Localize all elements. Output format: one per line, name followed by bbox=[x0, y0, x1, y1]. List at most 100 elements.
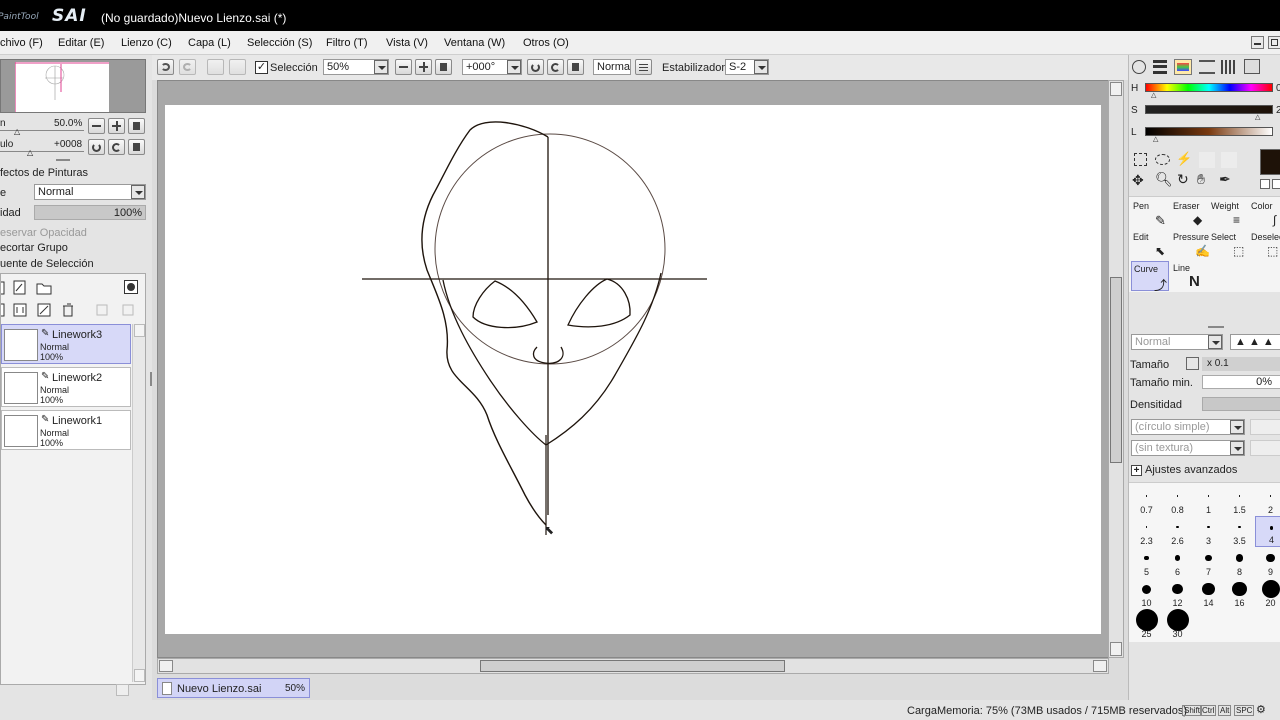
layer-item-linework3[interactable]: ✎ Linework3 Normal 100% bbox=[1, 324, 131, 364]
undo-button[interactable] bbox=[157, 59, 174, 75]
scroll-down-arrow[interactable] bbox=[134, 669, 145, 682]
hue-slider-handle[interactable]: △ bbox=[1151, 91, 1156, 99]
brush-size-option[interactable]: 3 bbox=[1193, 516, 1224, 547]
zoom-in-button[interactable] bbox=[108, 118, 125, 134]
canvas-horizontal-scrollbar[interactable] bbox=[157, 658, 1109, 674]
tool-pen[interactable]: Pen ✎ bbox=[1131, 199, 1169, 229]
tool-weight[interactable]: Weight ≡ bbox=[1209, 199, 1247, 229]
redo-button[interactable] bbox=[179, 59, 196, 75]
zoom-slider[interactable] bbox=[0, 130, 84, 131]
brush-size-option[interactable]: 2.6 bbox=[1162, 516, 1193, 547]
opacity-slider[interactable]: 100% bbox=[34, 205, 146, 220]
hand-icon[interactable]: ✋︎ bbox=[1197, 171, 1205, 188]
deselect-button[interactable] bbox=[207, 59, 224, 75]
new-folder-icon[interactable] bbox=[36, 280, 52, 296]
rgb-slider-icon[interactable] bbox=[1153, 60, 1167, 74]
brush-size-option[interactable]: 6 bbox=[1162, 547, 1193, 578]
layer-item-linework2[interactable]: ✎ Linework2 Normal 100% bbox=[1, 367, 131, 407]
hsv-slider-icon[interactable] bbox=[1174, 59, 1192, 75]
horizontal-scroll-thumb[interactable] bbox=[480, 660, 785, 672]
tool-pressure[interactable]: Pressure ✍ bbox=[1171, 230, 1210, 260]
saturation-slider[interactable] bbox=[1145, 105, 1273, 114]
angle-slider[interactable] bbox=[0, 151, 84, 152]
scroll-down-arrow[interactable] bbox=[1110, 642, 1122, 656]
zoom-out-button[interactable] bbox=[88, 118, 105, 134]
scroll-right-arrow[interactable] bbox=[1093, 660, 1107, 672]
brush-size-option[interactable]: 7 bbox=[1193, 547, 1224, 578]
brush-size-mult-field[interactable]: x 0.1 bbox=[1202, 357, 1280, 371]
scroll-right-arrow[interactable] bbox=[116, 684, 129, 696]
saturation-slider-handle[interactable]: △ bbox=[1255, 113, 1260, 121]
rotate-reset-button[interactable] bbox=[128, 139, 145, 155]
current-color-swatch[interactable] bbox=[1260, 149, 1280, 175]
scroll-up-arrow[interactable] bbox=[1110, 82, 1122, 96]
menu-ventana[interactable]: Ventana (W) bbox=[444, 37, 505, 49]
scratchpad-icon[interactable] bbox=[1244, 59, 1260, 74]
zoom-slider-handle[interactable]: △ bbox=[14, 127, 20, 136]
blend-mode-field[interactable]: Normal bbox=[593, 59, 631, 75]
layer-scrollbar[interactable] bbox=[132, 324, 145, 682]
move-icon[interactable]: ✥ bbox=[1132, 172, 1144, 189]
chevron-down-icon[interactable] bbox=[1208, 335, 1222, 349]
scroll-left-arrow[interactable] bbox=[159, 660, 173, 672]
lightness-slider[interactable] bbox=[1145, 127, 1273, 136]
selection-source-checkbox[interactable]: uente de Selección bbox=[0, 258, 94, 270]
swap-color-icon[interactable] bbox=[1260, 179, 1270, 189]
toolbar-zoom-in-button[interactable] bbox=[415, 59, 432, 75]
panel-splitter[interactable] bbox=[1208, 326, 1224, 328]
tool-select[interactable]: Select ⬚ bbox=[1209, 230, 1247, 260]
rotate-tool-icon[interactable]: ↻ bbox=[1177, 171, 1189, 188]
invert-selection-button[interactable] bbox=[229, 59, 246, 75]
hue-slider[interactable] bbox=[1145, 83, 1273, 92]
swatches-icon[interactable] bbox=[1221, 60, 1237, 74]
density-slider[interactable] bbox=[1202, 397, 1280, 411]
scroll-up-arrow[interactable] bbox=[134, 324, 145, 337]
brush-size-option[interactable]: 0.8 bbox=[1162, 485, 1193, 516]
toolbar-zoom-reset-button[interactable] bbox=[435, 59, 452, 75]
min-size-slider[interactable]: 0% bbox=[1202, 375, 1280, 389]
chevron-down-icon[interactable] bbox=[507, 60, 521, 74]
toolbar-zoom-out-button[interactable] bbox=[395, 59, 412, 75]
rotate-right-button[interactable] bbox=[108, 139, 125, 155]
layer-item-linework1[interactable]: ✎ Linework1 Normal 100% bbox=[1, 410, 131, 450]
brush-size-option[interactable]: 3.5 bbox=[1224, 516, 1255, 547]
menu-otros[interactable]: Otros (O) bbox=[523, 37, 569, 49]
minimize-button[interactable] bbox=[1251, 36, 1264, 49]
brush-size-option[interactable]: 14 bbox=[1193, 578, 1224, 609]
zoom-reset-button[interactable] bbox=[128, 118, 145, 134]
clear-layer-icon[interactable] bbox=[37, 302, 51, 318]
chevron-down-icon[interactable] bbox=[1230, 420, 1244, 434]
brush-size-mult-dropdown[interactable] bbox=[1186, 357, 1199, 370]
magic-wand-icon[interactable]: ⚡ bbox=[1176, 151, 1192, 167]
toolbar-rotate-right-button[interactable] bbox=[547, 59, 564, 75]
chevron-down-icon[interactable] bbox=[1230, 441, 1244, 455]
menu-editar[interactable]: Editar (E) bbox=[58, 37, 104, 49]
zoom-tool-icon[interactable]: 🔍︎ bbox=[1155, 171, 1173, 188]
brush-size-option[interactable]: 2 bbox=[1255, 485, 1280, 516]
rotate-left-button[interactable] bbox=[88, 139, 105, 155]
chevron-down-icon[interactable] bbox=[374, 60, 388, 74]
brush-size-option[interactable]: 30 bbox=[1162, 609, 1193, 640]
chevron-down-icon[interactable] bbox=[131, 185, 145, 199]
clip-group-checkbox[interactable]: ecortar Grupo bbox=[0, 242, 68, 254]
brush-texture-select[interactable]: (sin textura) bbox=[1131, 440, 1245, 456]
flip-canvas-button[interactable] bbox=[635, 59, 652, 75]
brush-shape-selector[interactable]: ▲ ▲ ▲ bbox=[1230, 334, 1280, 350]
menu-seleccion[interactable]: Selección (S) bbox=[247, 37, 312, 49]
tool-deselect[interactable]: Deselec ⬚ bbox=[1249, 230, 1280, 260]
brush-size-option[interactable]: 8 bbox=[1224, 547, 1255, 578]
brush-size-option[interactable]: 16 bbox=[1224, 578, 1255, 609]
navigator-preview[interactable] bbox=[0, 59, 146, 113]
restore-button[interactable] bbox=[1268, 36, 1280, 49]
menu-capa[interactable]: Capa (L) bbox=[188, 37, 231, 49]
layer-mask-icon[interactable] bbox=[124, 280, 138, 294]
advanced-settings-label[interactable]: Ajustes avanzados bbox=[1145, 464, 1237, 476]
menu-filtro[interactable]: Filtro (T) bbox=[326, 37, 368, 49]
vertical-scroll-thumb[interactable] bbox=[1110, 277, 1122, 463]
selection-checkbox[interactable]: ✓ bbox=[255, 61, 268, 74]
preserve-opacity-checkbox[interactable]: eservar Opacidad bbox=[0, 227, 87, 239]
drawing-canvas[interactable]: ⬉ bbox=[165, 105, 1101, 634]
menu-lienzo[interactable]: Lienzo (C) bbox=[121, 37, 172, 49]
rect-select-icon[interactable] bbox=[1134, 153, 1147, 166]
tool-eraser[interactable]: Eraser ◆ bbox=[1171, 199, 1209, 229]
